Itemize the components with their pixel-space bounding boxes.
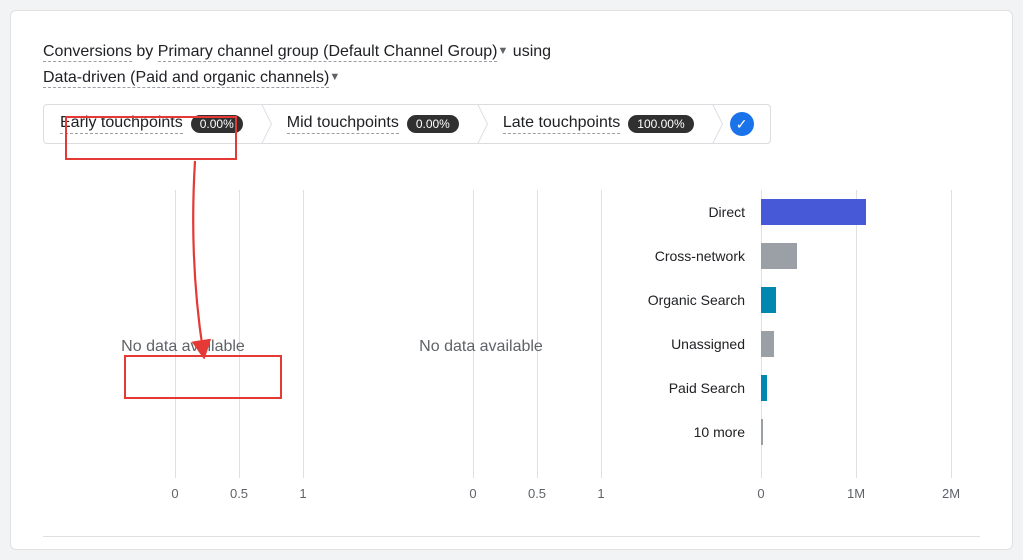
stage-mid[interactable]: Mid touchpoints 0.00% (262, 104, 478, 144)
stage-badge: 0.00% (191, 115, 243, 133)
bar[interactable] (761, 199, 866, 225)
by-text: by (132, 43, 158, 60)
bar-label: Paid Search (639, 380, 757, 396)
x-tick: 1M (847, 486, 865, 501)
late-bars: Direct Cross-network Organic Search Unassig… (639, 190, 980, 478)
chart-early: No data available 0 0.5 1 (43, 190, 323, 478)
bar-label: Unassigned (639, 336, 757, 352)
charts-row: No data available 0 0.5 1 No data availa… (43, 190, 980, 478)
x-tick: 1 (299, 486, 306, 501)
bar-label: Direct (639, 204, 757, 220)
chevron-down-icon[interactable]: ▼ (329, 69, 340, 87)
chart-mid: No data available 0 0.5 1 (341, 190, 621, 478)
x-tick: 0.5 (528, 486, 546, 501)
x-tick: 0.5 (230, 486, 248, 501)
stage-label: Early touchpoints (60, 114, 183, 134)
bar-label: 10 more (639, 424, 757, 440)
stage-badge: 100.00% (628, 115, 693, 133)
conversions-link[interactable]: Conversions (43, 43, 132, 62)
no-data-text: No data available (43, 338, 323, 356)
x-tick: 0 (757, 486, 764, 501)
bar-row: 10 more (639, 410, 980, 454)
attribution-card: Conversions by Primary channel group (De… (10, 10, 1013, 550)
gridline (601, 190, 602, 478)
bar[interactable] (761, 419, 763, 445)
stage-label: Mid touchpoints (287, 114, 399, 134)
gridline (303, 190, 304, 478)
bar-row: Direct (639, 190, 980, 234)
touchpoint-stages: Early touchpoints 0.00% Mid touchpoints … (43, 104, 980, 144)
gridline (473, 190, 474, 478)
bar[interactable] (761, 243, 797, 269)
bar-label: Cross-network (639, 248, 757, 264)
bar[interactable] (761, 287, 776, 313)
gridline (537, 190, 538, 478)
primary-channel-dropdown[interactable]: Primary channel group (Default Channel G… (158, 43, 498, 62)
chart-late: Direct Cross-network Organic Search Unassig… (639, 190, 980, 478)
bar[interactable] (761, 375, 767, 401)
divider (43, 536, 980, 537)
gridline (239, 190, 240, 478)
x-tick: 0 (171, 486, 178, 501)
check-icon: ✓ (730, 112, 754, 136)
stage-late[interactable]: Late touchpoints 100.00% (478, 104, 713, 144)
bar-label: Organic Search (639, 292, 757, 308)
chevron-down-icon[interactable]: ▼ (497, 43, 508, 61)
no-data-text: No data available (341, 338, 621, 356)
stage-badge: 0.00% (407, 115, 459, 133)
stage-label: Late touchpoints (503, 114, 620, 134)
bar-row: Organic Search (639, 278, 980, 322)
bar-row: Paid Search (639, 366, 980, 410)
gridline (175, 190, 176, 478)
using-text: using (508, 43, 551, 60)
x-tick: 0 (469, 486, 476, 501)
header-line1: Conversions by Primary channel group (De… (43, 39, 980, 65)
stage-early[interactable]: Early touchpoints 0.00% (43, 104, 262, 144)
x-tick: 1 (597, 486, 604, 501)
model-dropdown[interactable]: Data-driven (Paid and organic channels) (43, 69, 329, 88)
header-line2: Data-driven (Paid and organic channels)▼ (43, 65, 980, 91)
bar-row: Cross-network (639, 234, 980, 278)
bar[interactable] (761, 331, 774, 357)
x-tick: 2M (942, 486, 960, 501)
bar-row: Unassigned (639, 322, 980, 366)
